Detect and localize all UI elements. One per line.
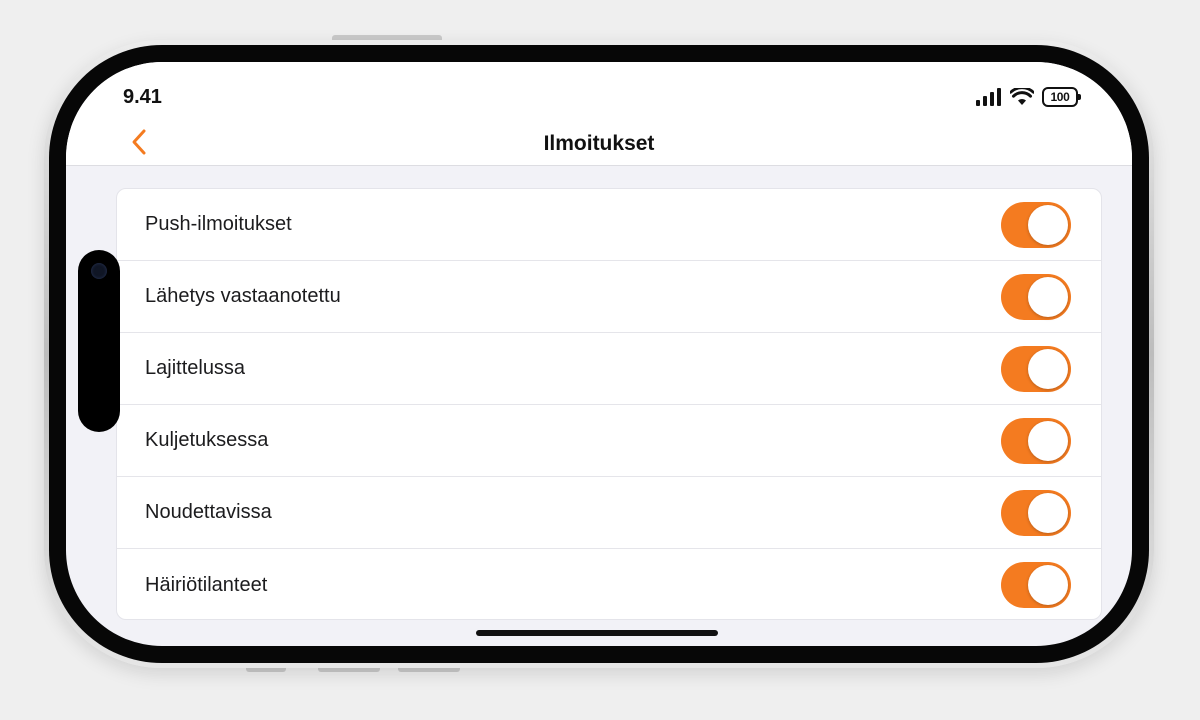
battery-level: 100 [1050,90,1070,104]
shipment-received-toggle[interactable] [1001,273,1071,320]
cellular-signal-icon [976,88,1001,106]
in-transit-toggle[interactable] [1001,417,1071,464]
status-icons: 100 [976,86,1081,108]
setting-label: Lähetys vastaanotettu [145,285,341,307]
disruptions-toggle[interactable] [1001,562,1071,608]
sorting-toggle[interactable] [1001,345,1071,392]
setting-label: Lajittelussa [145,357,246,379]
toggle-knob [1028,420,1068,461]
screen: 9.41 100 Ilmoitukset Push-ilmoitukset Lä… [66,62,1132,646]
toggle-knob [1028,276,1068,317]
setting-row-push: Push-ilmoitukset [117,189,1101,261]
battery-icon: 100 [1042,87,1081,107]
navigation-bar: Ilmoitukset [66,122,1132,166]
setting-row-in-transit: Kuljetuksessa [117,405,1101,477]
status-bar: 9.41 100 [66,62,1132,128]
home-indicator[interactable] [476,630,718,636]
device-mockup: 9.41 100 Ilmoitukset Push-ilmoitukset Lä… [0,0,1200,720]
setting-label: Push-ilmoitukset [145,213,292,235]
setting-row-ready-for-pickup: Noudettavissa [117,477,1101,549]
wifi-icon [1010,88,1034,105]
setting-row-sorting: Lajittelussa [117,333,1101,405]
front-camera [91,263,107,279]
setting-row-disruptions: Häiriötilanteet [117,549,1101,621]
setting-label: Kuljetuksessa [145,429,269,451]
toggle-knob [1028,204,1068,245]
push-notifications-toggle[interactable] [1001,201,1071,248]
toggle-knob [1028,492,1068,533]
notification-settings-list: Push-ilmoitukset Lähetys vastaanotettu L… [116,188,1102,620]
toggle-knob [1028,565,1068,605]
dynamic-island [78,250,120,432]
setting-label: Häiriötilanteet [145,573,268,596]
status-time: 9.41 [123,86,162,108]
setting-label: Noudettavissa [145,501,272,523]
setting-row-received: Lähetys vastaanotettu [117,261,1101,333]
ready-for-pickup-toggle[interactable] [1001,489,1071,536]
toggle-knob [1028,348,1068,389]
page-title: Ilmoitukset [543,132,655,155]
